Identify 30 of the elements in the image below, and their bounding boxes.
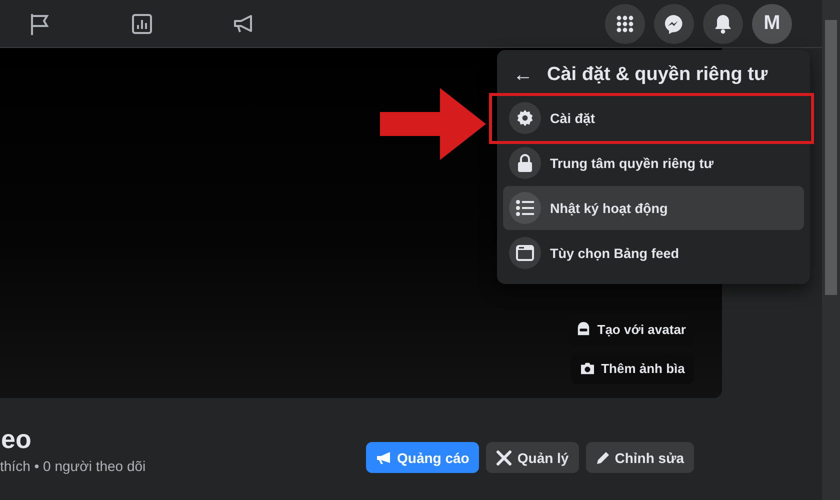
- notifications-button[interactable]: [703, 4, 743, 44]
- list-icon: [516, 200, 534, 216]
- flag-icon: [29, 12, 51, 36]
- back-button[interactable]: ←: [513, 64, 533, 86]
- menu-grid-button[interactable]: [605, 4, 645, 44]
- edit-button[interactable]: Chỉnh sửa: [586, 442, 694, 473]
- page-name: eo: [0, 424, 32, 454]
- megaphone-icon: [376, 450, 392, 464]
- camera-icon: [580, 362, 596, 375]
- menu-item[interactable]: Cài đặt: [503, 96, 804, 140]
- menu-item[interactable]: Trung tâm quyền riêng tư: [503, 141, 804, 185]
- manage-button[interactable]: Quản lý: [486, 442, 579, 473]
- menu-item[interactable]: Tùy chọn Bảng feed: [503, 231, 804, 275]
- bell-icon: [714, 14, 732, 34]
- add-cover-photo-button[interactable]: Thêm ảnh bìa: [571, 353, 694, 384]
- grid-icon: [616, 14, 634, 32]
- scrollbar-thumb[interactable]: [825, 20, 837, 295]
- profile-avatar[interactable]: M: [752, 4, 792, 44]
- gear-icon: [516, 109, 534, 127]
- pencil-icon: [596, 450, 610, 464]
- chat-bubble-icon: [664, 14, 684, 34]
- bar-chart-icon: [131, 12, 153, 34]
- tools-icon: [496, 450, 512, 466]
- lock-icon: [517, 154, 533, 172]
- menu-title: Cài đặt & quyền riêng tư: [547, 64, 768, 86]
- feed-window-icon: [516, 245, 534, 261]
- avatar-face-icon: [576, 322, 592, 337]
- follower-stats: thích • 0 người theo dõi: [0, 458, 146, 474]
- menu-item[interactable]: Nhật ký hoạt động: [503, 186, 804, 230]
- messenger-button[interactable]: [654, 4, 694, 44]
